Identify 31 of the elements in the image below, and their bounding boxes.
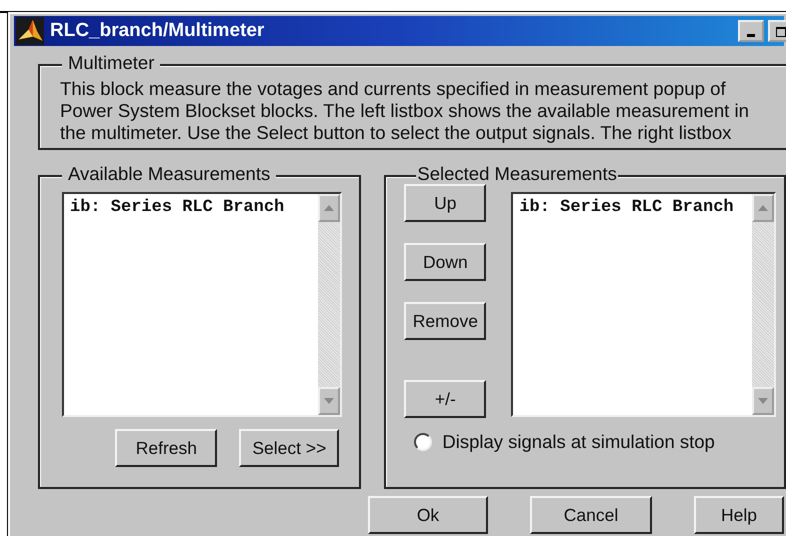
minimize-icon (747, 34, 755, 37)
help-button[interactable]: Help (694, 496, 784, 534)
down-arrow-icon (758, 398, 768, 404)
down-arrow-icon (324, 398, 334, 404)
cancel-button[interactable]: Cancel (530, 496, 652, 534)
list-item[interactable]: ib: Series RLC Branch (70, 198, 318, 217)
description-text: This block measure the votages and currents specified in measurement popup of (60, 78, 727, 100)
up-arrow-icon (758, 205, 768, 211)
down-button[interactable]: Down (404, 243, 486, 281)
scroll-down-button[interactable] (752, 387, 774, 415)
minimize-button[interactable] (738, 20, 764, 42)
window-title: RLC_branch/Multimeter (50, 20, 266, 42)
refresh-button[interactable]: Refresh (115, 429, 218, 467)
list-box[interactable]: ib: Series RLC Branch (511, 192, 776, 417)
up-arrow-icon (324, 205, 334, 211)
description-text: the multimeter. Use the Select button to select the output signals. The right listbox (60, 122, 732, 144)
scroll-up-button[interactable] (752, 194, 774, 222)
remove-button[interactable]: Remove (404, 302, 486, 340)
radio-label[interactable]: Display signals at simulation stop (442, 431, 715, 453)
radio-button[interactable] (414, 433, 432, 451)
scroll-down-button[interactable] (318, 387, 340, 415)
scroll-up-button[interactable] (318, 194, 340, 222)
sign-button[interactable]: +/- (404, 380, 486, 418)
up-button[interactable]: Up (404, 184, 486, 222)
logo-icon (16, 17, 44, 45)
description-text: Power System Blockset blocks. The left listbox shows the available measurement in (60, 100, 750, 122)
maximize-icon (776, 27, 786, 37)
select-button[interactable]: Select >> (239, 429, 340, 467)
list-item[interactable]: ib: Series RLC Branch (519, 198, 752, 217)
list-box[interactable]: ib: Series RLC Branch (62, 192, 342, 417)
ok-button[interactable]: Ok (368, 496, 488, 534)
